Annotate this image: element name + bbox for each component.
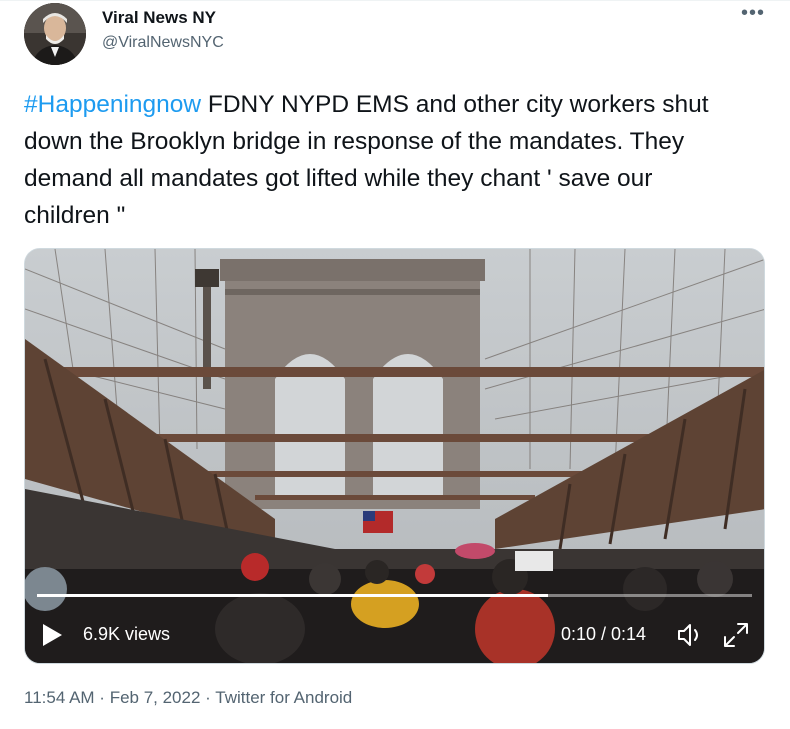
video-progress-fill [37,594,548,597]
view-count: 6.9K views [83,624,171,644]
author-handle[interactable]: @ViralNewsNYC [102,34,224,52]
video-player[interactable]: 6.9K views 0:10 / 0:14 [24,248,765,664]
volume-button[interactable] [676,622,704,648]
fullscreen-icon [724,623,748,647]
video-timecode: 0:10 / 0:14 [561,624,647,644]
top-divider [0,0,790,1]
volume-muted-icon [678,624,698,646]
avatar[interactable] [24,3,86,65]
tweet-time[interactable]: 11:54 AM [24,688,95,707]
author-display-name[interactable]: Viral News NY [102,8,216,28]
tweet: Viral News NY @ViralNewsNYC ••• #Happeni… [0,0,790,729]
more-horizontal-icon: ••• [740,2,765,24]
profile-photo-icon [24,3,86,65]
video-progress-bar[interactable] [37,594,752,597]
more-options-button[interactable]: ••• [740,3,766,26]
separator-dot: · [200,688,216,707]
hashtag-link[interactable]: #Happeningnow [24,91,201,118]
play-icon [43,624,62,646]
video-frame [25,249,764,663]
fullscreen-button[interactable] [722,621,750,649]
tweet-metadata: 11:54 AM · Feb 7, 2022 · Twitter for And… [24,688,352,708]
tweet-text: #Happeningnow FDNY NYPD EMS and other ci… [24,86,744,234]
play-button[interactable] [41,623,63,647]
separator-dot: · [94,688,110,707]
tweet-date[interactable]: Feb 7, 2022 [110,688,201,707]
tweet-source[interactable]: Twitter for Android [215,688,352,707]
